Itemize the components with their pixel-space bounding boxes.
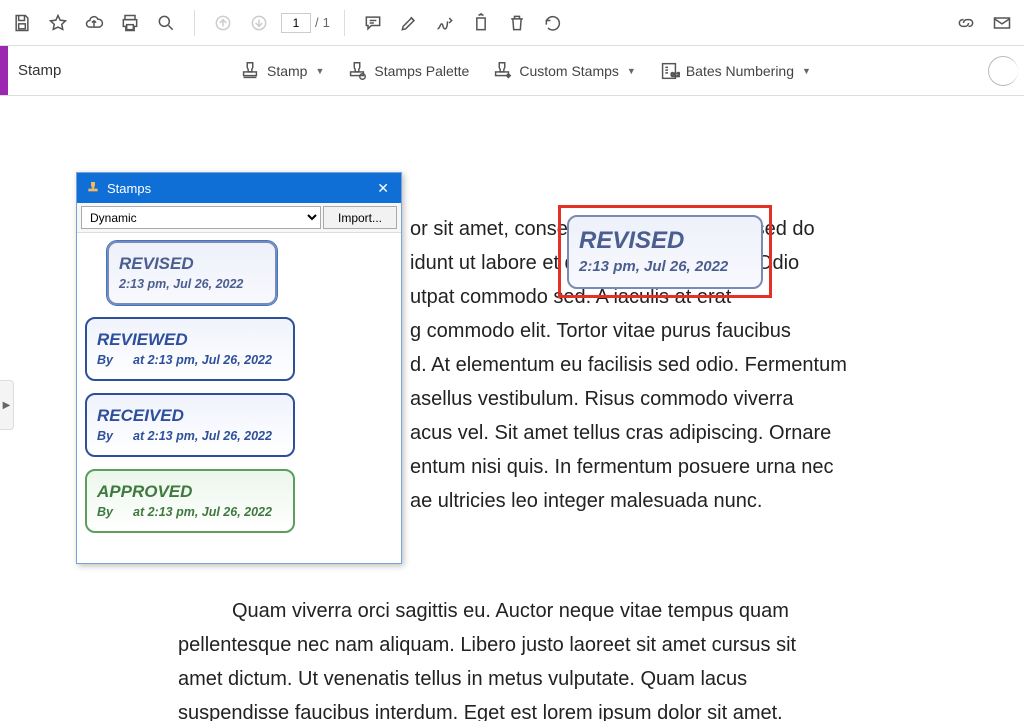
sign-icon[interactable] bbox=[431, 9, 459, 37]
close-icon[interactable]: ✕ bbox=[373, 180, 393, 197]
star-icon[interactable] bbox=[44, 9, 72, 37]
stamp-by: By bbox=[97, 429, 115, 443]
svg-text:012: 012 bbox=[671, 72, 680, 78]
chevron-down-icon: ▼ bbox=[802, 66, 811, 76]
print-icon[interactable] bbox=[116, 9, 144, 37]
bates-numbering-dropdown[interactable]: 012 Bates Numbering ▼ bbox=[656, 56, 813, 86]
chevron-down-icon: ▼ bbox=[627, 66, 636, 76]
body-text: amet dictum. Ut venenatis tellus in metu… bbox=[178, 662, 1006, 696]
trash-icon[interactable] bbox=[503, 9, 531, 37]
page-current-input[interactable] bbox=[281, 13, 311, 33]
body-text: entum nisi quis. In fermentum posuere ur… bbox=[410, 450, 1006, 484]
chevron-down-icon: ▼ bbox=[315, 66, 324, 76]
undo-redo-icon[interactable] bbox=[539, 9, 567, 37]
stamps-category-select[interactable]: Dynamic bbox=[81, 206, 321, 229]
bates-icon: 012 bbox=[658, 60, 680, 82]
placed-stamp-selection[interactable]: REVISED 2:13 pm, Jul 26, 2022 bbox=[558, 205, 772, 298]
body-text: Quam viverra orci sagittis eu. Auctor ne… bbox=[178, 594, 1006, 628]
stamps-panel-titlebar[interactable]: Stamps ✕ bbox=[77, 173, 401, 203]
next-page-icon bbox=[245, 9, 273, 37]
comment-icon[interactable] bbox=[359, 9, 387, 37]
stamp-item-received[interactable]: RECEIVED By at 2:13 pm, Jul 26, 2022 bbox=[85, 393, 295, 457]
save-icon[interactable] bbox=[8, 9, 36, 37]
placed-stamp-subtitle: 2:13 pm, Jul 26, 2022 bbox=[579, 258, 751, 275]
stamp-item-revised[interactable]: REVISED 2:13 pm, Jul 26, 2022 bbox=[107, 241, 277, 305]
prev-page-icon bbox=[209, 9, 237, 37]
body-text: suspendisse faucibus interdum. Eget est … bbox=[178, 696, 1006, 721]
highlight-icon[interactable] bbox=[395, 9, 423, 37]
quick-toolbar: / 1 bbox=[0, 0, 1024, 46]
stamp-when: at 2:13 pm, Jul 26, 2022 bbox=[133, 505, 272, 519]
stamp-item-reviewed[interactable]: REVIEWED By at 2:13 pm, Jul 26, 2022 bbox=[85, 317, 295, 381]
body-text: asellus vestibulum. Risus commodo viverr… bbox=[410, 382, 1006, 416]
bates-numbering-label: Bates Numbering bbox=[686, 63, 794, 79]
body-text: g commodo elit. Tortor vitae purus fauci… bbox=[410, 314, 1006, 348]
body-text: ae ultricies leo integer malesuada nunc. bbox=[410, 484, 1006, 518]
stamps-panel-title: Stamps bbox=[107, 181, 151, 196]
stamps-panel: Stamps ✕ Dynamic Import... REVISED 2:13 … bbox=[76, 172, 402, 564]
placed-stamp-title: REVISED bbox=[579, 228, 751, 254]
custom-stamps-label: Custom Stamps bbox=[519, 63, 619, 79]
stamp-when: at 2:13 pm, Jul 26, 2022 bbox=[133, 353, 272, 367]
stamps-palette-label: Stamps Palette bbox=[374, 63, 469, 79]
stamp-icon bbox=[239, 60, 261, 82]
placed-stamp[interactable]: REVISED 2:13 pm, Jul 26, 2022 bbox=[567, 215, 763, 289]
stamp-label: REVIEWED bbox=[97, 331, 283, 350]
zoom-icon[interactable] bbox=[152, 9, 180, 37]
stamp-dropdown-label: Stamp bbox=[267, 63, 307, 79]
stamp-icon bbox=[85, 180, 101, 196]
stamps-palette-button[interactable]: Stamps Palette bbox=[344, 56, 471, 86]
cloud-upload-icon[interactable] bbox=[80, 9, 108, 37]
stamp-when: at 2:13 pm, Jul 26, 2022 bbox=[133, 429, 272, 443]
ribbon-tab-label: Stamp bbox=[8, 62, 233, 79]
custom-stamps-dropdown[interactable]: Custom Stamps ▼ bbox=[489, 56, 638, 86]
body-text: pellentesque nec nam aliquam. Libero jus… bbox=[178, 628, 1006, 662]
stamp-by: By bbox=[97, 353, 115, 367]
import-button[interactable]: Import... bbox=[323, 206, 397, 229]
stamps-list[interactable]: REVISED 2:13 pm, Jul 26, 2022 REVIEWED B… bbox=[77, 233, 401, 563]
page-total: 1 bbox=[323, 15, 330, 30]
stamp-palette-icon bbox=[346, 60, 368, 82]
stamp-label: APPROVED bbox=[97, 483, 283, 502]
body-text: acus vel. Sit amet tellus cras adipiscin… bbox=[410, 416, 1006, 450]
mail-icon[interactable] bbox=[988, 9, 1016, 37]
custom-stamp-icon bbox=[491, 60, 513, 82]
body-text: d. At elementum eu facilisis sed odio. F… bbox=[410, 348, 1006, 382]
stamp-label: REVISED bbox=[119, 255, 265, 274]
stamps-panel-controls: Dynamic Import... bbox=[77, 203, 401, 233]
stamp-by: By bbox=[97, 505, 115, 519]
ribbon-accent bbox=[0, 46, 8, 95]
stamp-label: RECEIVED bbox=[97, 407, 283, 426]
page-indicator: / 1 bbox=[281, 13, 330, 33]
ribbon: Stamp Stamp ▼ Stamps Palette Custom Stam… bbox=[0, 46, 1024, 96]
rotate-page-icon[interactable] bbox=[467, 9, 495, 37]
link-icon[interactable] bbox=[952, 9, 980, 37]
stamp-dropdown[interactable]: Stamp ▼ bbox=[237, 56, 326, 86]
page-sep: / bbox=[315, 15, 319, 30]
stamp-subtitle: 2:13 pm, Jul 26, 2022 bbox=[119, 277, 243, 291]
ribbon-right-control[interactable] bbox=[988, 56, 1018, 86]
stamp-item-approved[interactable]: APPROVED By at 2:13 pm, Jul 26, 2022 bbox=[85, 469, 295, 533]
